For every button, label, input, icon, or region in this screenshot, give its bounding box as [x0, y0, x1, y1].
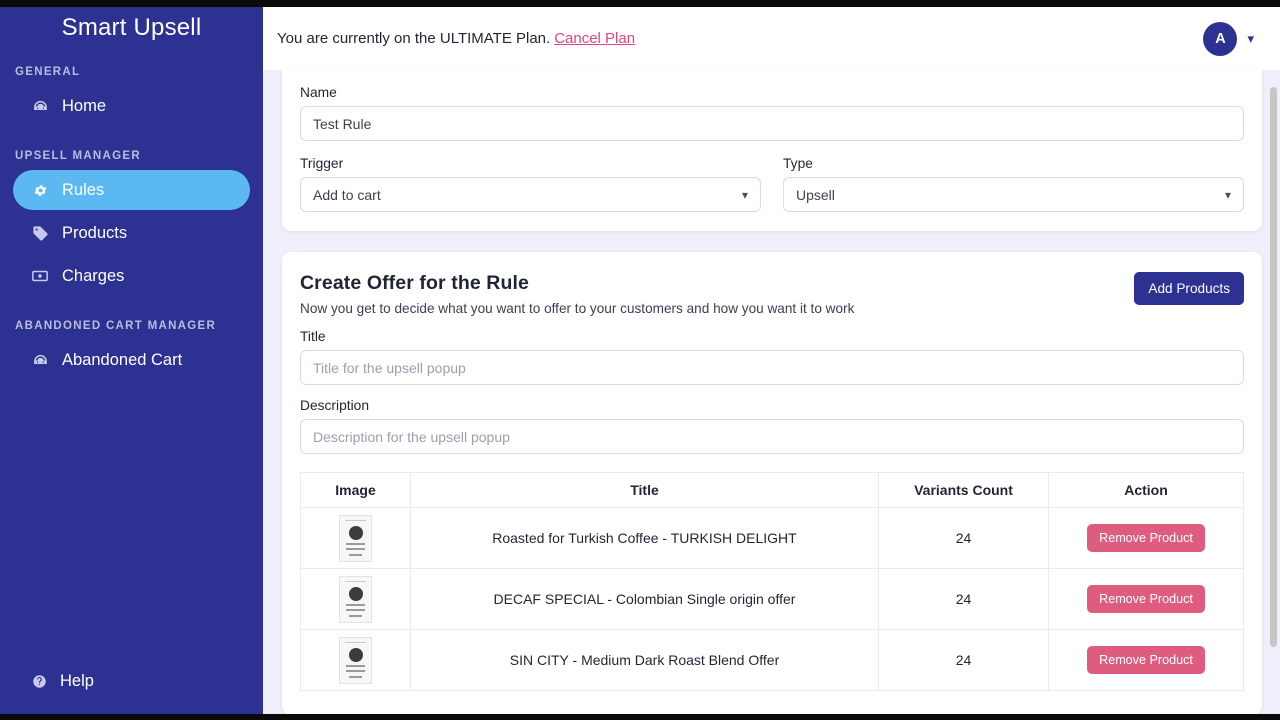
type-field: Type Upsell ▾	[783, 156, 1244, 212]
table-row: DECAF SPECIAL - Colombian Single origin …	[300, 568, 1244, 630]
coffee-bag-thumbnail	[339, 636, 372, 684]
sidebar-item-label: Home	[62, 96, 107, 115]
bottom-chrome-strip	[0, 714, 1280, 720]
cell-image	[300, 568, 411, 630]
plan-status-text: You are currently on the ULTIMATE Plan.	[277, 30, 551, 47]
trigger-label: Trigger	[300, 156, 344, 171]
table-row: Roasted for Turkish Coffee - TURKISH DEL…	[300, 507, 1244, 569]
column-header-action: Action	[1048, 472, 1244, 508]
cell-variants: 24	[878, 629, 1049, 691]
column-header-title: Title	[410, 472, 879, 508]
sidebar-item-label: Help	[60, 672, 94, 690]
sidebar-item-charges[interactable]: Charges	[13, 256, 250, 296]
cell-title: DECAF SPECIAL - Colombian Single origin …	[410, 568, 879, 630]
offer-description-input[interactable]	[300, 419, 1244, 454]
add-products-button[interactable]: Add Products	[1134, 272, 1244, 305]
sidebar-item-abandoned-cart[interactable]: Abandoned Cart	[13, 340, 250, 380]
cell-image	[300, 507, 411, 569]
products-table: Image Title Variants Count Action Roaste…	[300, 472, 1244, 691]
dashboard-icon	[31, 97, 49, 115]
coffee-bag-thumbnail	[339, 514, 372, 562]
cell-variants: 24	[878, 507, 1049, 569]
chevron-down-icon[interactable]: ▾	[1247, 31, 1254, 47]
avatar[interactable]: A	[1203, 21, 1238, 56]
offer-header-text: Create Offer for the Rule Now you get to…	[300, 272, 854, 316]
offer-description-field: Description	[300, 398, 1244, 454]
sidebar-item-label: Abandoned Cart	[62, 350, 183, 369]
cell-title: SIN CITY - Medium Dark Roast Blend Offer	[410, 629, 879, 691]
offer-title-field: Title	[300, 329, 1244, 385]
sidebar-item-label: Products	[62, 223, 128, 242]
remove-product-button[interactable]: Remove Product	[1087, 646, 1205, 674]
question-circle-icon	[31, 674, 47, 690]
app-window: Smart Upsell GENERAL Home UPSELL MANAGER…	[0, 0, 1280, 720]
trigger-type-row: Trigger Add to cart ▾ Type Upsell ▾	[300, 156, 1244, 212]
sidebar-item-products[interactable]: Products	[13, 213, 250, 253]
offer-subheading: Now you get to decide what you want to o…	[300, 301, 855, 316]
main-content: You are currently on the ULTIMATE Plan. …	[263, 7, 1280, 714]
topbar: You are currently on the ULTIMATE Plan. …	[263, 7, 1280, 70]
offer-header: Create Offer for the Rule Now you get to…	[300, 272, 1244, 316]
top-chrome-strip	[0, 0, 1280, 7]
offer-description-label: Description	[300, 398, 370, 413]
table-header-row: Image Title Variants Count Action	[300, 472, 1244, 508]
scroll-area: Name Trigger Add to cart ▾ Type	[263, 70, 1280, 714]
sidebar-item-rules[interactable]: Rules	[13, 170, 250, 210]
sidebar: Smart Upsell GENERAL Home UPSELL MANAGER…	[0, 0, 263, 720]
offer-title-input[interactable]	[300, 350, 1244, 385]
offer-title-label: Title	[300, 329, 326, 344]
account-menu[interactable]: A ▾	[1203, 21, 1254, 56]
create-offer-card: Create Offer for the Rule Now you get to…	[282, 252, 1262, 714]
cancel-plan-link[interactable]: Cancel Plan	[554, 30, 635, 47]
type-label: Type	[783, 156, 813, 171]
products-table-head: Image Title Variants Count Action	[300, 472, 1244, 508]
sidebar-item-home[interactable]: Home	[13, 86, 250, 126]
trigger-select[interactable]: Add to cart	[300, 177, 761, 212]
cell-image	[300, 629, 411, 691]
sidebar-item-label: Charges	[62, 266, 125, 285]
cell-action: Remove Product	[1048, 568, 1244, 630]
rule-settings-card: Name Trigger Add to cart ▾ Type	[282, 70, 1262, 231]
cell-action: Remove Product	[1048, 629, 1244, 691]
cell-action: Remove Product	[1048, 507, 1244, 569]
sidebar-section-general: GENERAL	[15, 66, 81, 78]
type-select[interactable]: Upsell	[783, 177, 1244, 212]
sidebar-item-help[interactable]: Help	[0, 672, 263, 691]
sidebar-item-label: Rules	[62, 180, 105, 199]
dashboard-icon	[31, 351, 49, 369]
scrollbar-thumb[interactable]	[1270, 87, 1277, 647]
cell-title: Roasted for Turkish Coffee - TURKISH DEL…	[410, 507, 879, 569]
gear-icon	[31, 181, 49, 199]
sidebar-section-upsell-manager: UPSELL MANAGER	[15, 150, 141, 162]
column-header-variants-count: Variants Count	[878, 472, 1049, 508]
trigger-field: Trigger Add to cart ▾	[300, 156, 761, 212]
tag-icon	[31, 224, 49, 242]
coffee-bag-thumbnail	[339, 575, 372, 623]
name-label: Name	[300, 85, 337, 100]
cell-variants: 24	[878, 568, 1049, 630]
remove-product-button[interactable]: Remove Product	[1087, 524, 1205, 552]
banknote-icon	[31, 267, 49, 285]
page-title: Create Offer for the Rule	[300, 272, 529, 294]
column-header-image: Image	[300, 472, 411, 508]
table-row: SIN CITY - Medium Dark Roast Blend Offer…	[300, 629, 1244, 691]
products-table-body: Roasted for Turkish Coffee - TURKISH DEL…	[300, 507, 1244, 691]
sidebar-section-abandoned-cart-manager: ABANDONED CART MANAGER	[15, 320, 217, 332]
rule-name-input[interactable]	[300, 106, 1244, 141]
remove-product-button[interactable]: Remove Product	[1087, 585, 1205, 613]
